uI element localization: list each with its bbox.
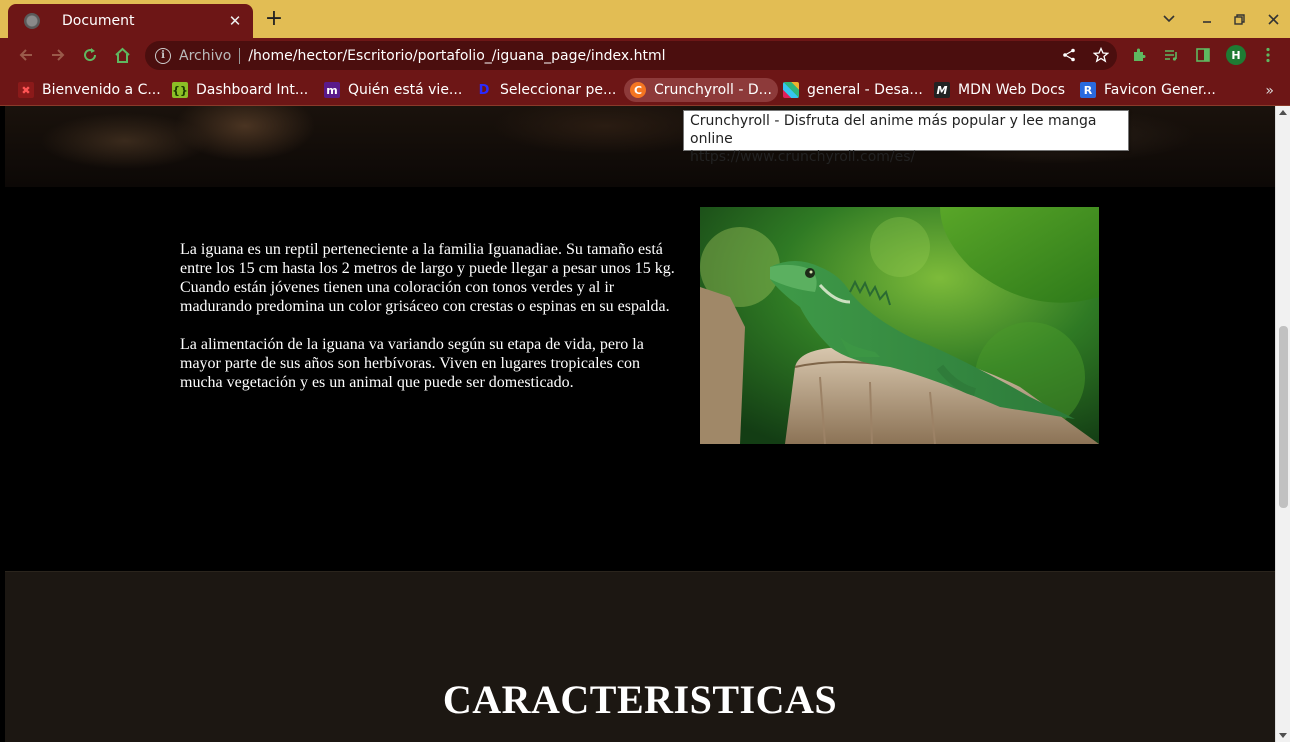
bookmark-label: general - Desa... bbox=[807, 82, 923, 98]
bookmark-label: Bienvenido a C... bbox=[42, 82, 161, 98]
bookmarks-bar: ✖ Bienvenido a C... {} Dashboard Int... … bbox=[0, 73, 1290, 106]
bookmark-tooltip: Crunchyroll - Disfruta del anime más pop… bbox=[683, 110, 1129, 165]
page-viewport: La iguana es un reptil perteneciente a l… bbox=[0, 106, 1290, 742]
address-bar[interactable]: i Archivo /home/hector/Escritorio/portaf… bbox=[145, 41, 1117, 70]
site-info-icon[interactable]: i bbox=[155, 47, 171, 64]
tab-title: Document bbox=[62, 13, 135, 29]
bookmark-item[interactable]: m Quién está vie... bbox=[318, 78, 468, 102]
bookmark-item[interactable]: general - Desa... bbox=[777, 78, 929, 102]
tab-close-icon[interactable]: ✕ bbox=[225, 11, 245, 31]
bookmark-favicon-icon: C bbox=[630, 82, 646, 98]
bookmark-label: Favicon Gener... bbox=[1104, 82, 1216, 98]
features-section: CARACTERISTICAS bbox=[5, 571, 1275, 742]
browser-toolbar: i Archivo /home/hector/Escritorio/portaf… bbox=[0, 38, 1290, 73]
intro-paragraph: La iguana es un reptil perteneciente a l… bbox=[180, 241, 675, 315]
features-heading: CARACTERISTICAS bbox=[442, 677, 838, 722]
minimize-icon[interactable] bbox=[1196, 8, 1218, 30]
bookmark-favicon-icon: M bbox=[934, 82, 950, 98]
forward-button[interactable] bbox=[46, 43, 70, 67]
share-icon[interactable] bbox=[1059, 45, 1079, 65]
bookmark-item[interactable]: R Favicon Gener... bbox=[1074, 78, 1222, 102]
bookmark-item[interactable]: D Seleccionar pe... bbox=[470, 78, 622, 102]
side-panel-icon[interactable] bbox=[1192, 44, 1214, 66]
bookmark-favicon-icon: ✖ bbox=[18, 82, 34, 98]
reload-button[interactable] bbox=[78, 43, 102, 67]
reading-list-icon[interactable] bbox=[1160, 44, 1182, 66]
bookmark-label: Crunchyroll - D... bbox=[654, 82, 773, 98]
intro-section: La iguana es un reptil perteneciente a l… bbox=[5, 187, 1275, 571]
diet-paragraph: La alimentación de la iguana va variando… bbox=[180, 336, 644, 391]
close-window-icon[interactable] bbox=[1262, 8, 1284, 30]
scrollbar-thumb[interactable] bbox=[1279, 326, 1288, 508]
browser-titlebar: Document ✕ + bbox=[0, 0, 1290, 38]
bookmark-favicon-icon: D bbox=[478, 82, 490, 98]
bookmark-favicon-icon: {} bbox=[172, 82, 188, 98]
bookmark-label: MDN Web Docs bbox=[958, 82, 1066, 98]
browser-tab[interactable]: Document ✕ bbox=[8, 4, 253, 38]
bookmark-item[interactable]: C Crunchyroll - D... bbox=[624, 78, 779, 102]
bookmark-label: Quién está vie... bbox=[348, 82, 463, 98]
new-tab-button[interactable]: + bbox=[262, 6, 286, 32]
bookmark-item[interactable]: ✖ Bienvenido a C... bbox=[12, 78, 167, 102]
menu-kebab-icon[interactable] bbox=[1257, 44, 1279, 66]
tooltip-title: Crunchyroll - Disfruta del anime más pop… bbox=[690, 113, 1097, 147]
profile-avatar: H bbox=[1226, 45, 1246, 65]
scroll-down-icon[interactable] bbox=[1279, 733, 1287, 738]
scroll-up-icon[interactable] bbox=[1279, 110, 1287, 115]
restore-icon[interactable] bbox=[1228, 8, 1250, 30]
home-button[interactable] bbox=[110, 43, 134, 67]
tooltip-url: https://www.crunchyroll.com/es/ bbox=[690, 149, 916, 165]
more-bookmarks-button[interactable]: » bbox=[1265, 83, 1274, 99]
omnibox-divider bbox=[239, 47, 241, 64]
scheme-label: Archivo bbox=[179, 47, 232, 64]
bookmark-item[interactable]: M MDN Web Docs bbox=[928, 78, 1071, 102]
bookmark-favicon-icon bbox=[783, 82, 799, 98]
bookmark-label: Seleccionar pe... bbox=[500, 82, 617, 98]
bookmark-star-icon[interactable] bbox=[1091, 45, 1111, 65]
profile-button[interactable]: H bbox=[1225, 44, 1247, 66]
page-scrollbar[interactable] bbox=[1275, 106, 1290, 742]
bookmark-item[interactable]: {} Dashboard Int... bbox=[166, 78, 314, 102]
tab-favicon-icon bbox=[24, 13, 40, 29]
bookmark-favicon-icon: R bbox=[1080, 82, 1096, 98]
iguana-photo bbox=[700, 207, 1099, 444]
url-text[interactable]: /home/hector/Escritorio/portafolio_/igua… bbox=[248, 48, 665, 64]
bookmark-label: Dashboard Int... bbox=[196, 82, 309, 98]
extensions-icon[interactable] bbox=[1128, 44, 1150, 66]
back-button[interactable] bbox=[14, 43, 38, 67]
tab-search-icon[interactable] bbox=[1158, 8, 1180, 30]
bookmark-favicon-icon: m bbox=[324, 82, 340, 98]
